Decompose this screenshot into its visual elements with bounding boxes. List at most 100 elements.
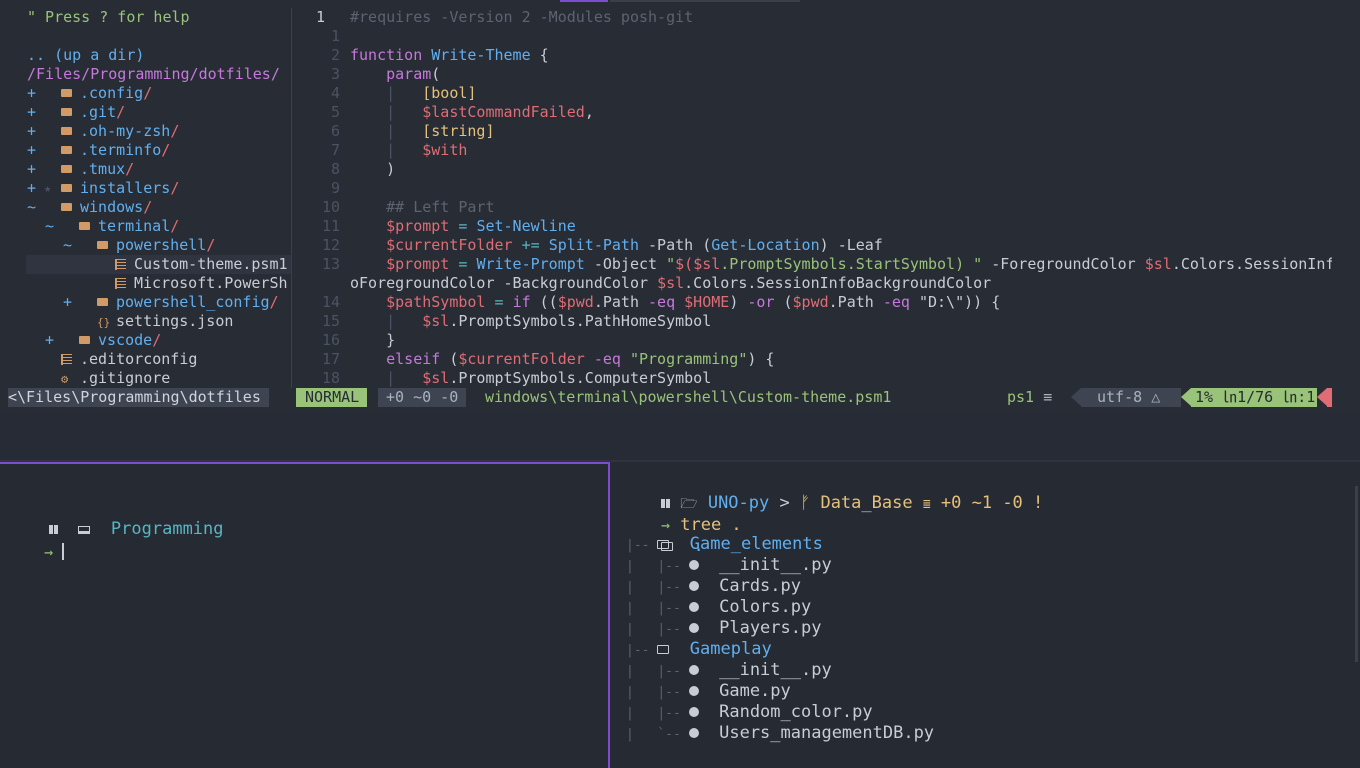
folder-icon	[657, 540, 670, 549]
tree-guide: |	[626, 601, 658, 616]
code-line: $currentFolder += Split-Path -Path (Get-…	[386, 236, 883, 254]
nerdtree-item-label: windows/	[80, 198, 153, 216]
tree-branch: |--	[657, 664, 689, 679]
code-editor[interactable]: 1 #requires -Version 2 -Modules posh-git 1…	[292, 0, 1332, 388]
statusline-warning	[1327, 388, 1332, 407]
tree-item: | |-- Players.py	[626, 618, 821, 639]
input-line[interactable]: →	[8, 518, 65, 561]
tree-guide: |	[626, 706, 658, 721]
tree-item: | |-- Colors.py	[626, 597, 811, 618]
tree-item-name: Cards.py	[719, 576, 801, 596]
python-file-icon	[688, 623, 699, 633]
line-number: 2	[330, 46, 340, 64]
statusline-mode: NORMAL	[296, 388, 368, 407]
nerdtree-item-slash: /	[170, 179, 180, 197]
nerdtree-item-label: .terminfo/	[80, 141, 171, 159]
nerdtree-item-marker: +	[27, 103, 37, 121]
code-line: $prompt = Set-Newline	[386, 217, 576, 235]
code-line: )	[350, 160, 396, 178]
line-number: 18	[321, 369, 340, 387]
nerdtree-item-slash: /	[170, 122, 180, 140]
folder-icon	[61, 179, 79, 198]
tree-guide: |	[626, 559, 658, 574]
prompt-arrow: →	[44, 543, 54, 561]
file-icon	[115, 255, 135, 274]
prompt-folder: Programming	[110, 519, 224, 539]
code-line: $pathSymbol = if (($pwd.Path -eq $HOME) …	[386, 293, 1001, 311]
statusline-cwd: <\Files\Programming\dotfiles	[8, 388, 269, 407]
linux-icon: △	[1151, 388, 1161, 406]
terminal-pane-right[interactable]: 🗁 UNO-py > ᚠ Data_Base ≣ +0 ~1 -0 ! → tr…	[612, 462, 1360, 768]
tree-branch: |--	[626, 538, 658, 553]
statusline-filetype: ps1 ≡	[1007, 388, 1052, 407]
bookmark-star-icon: ★	[44, 181, 52, 195]
nerdtree-up-dir[interactable]: .. (up a dir)	[27, 46, 144, 65]
folder-icon	[61, 122, 79, 141]
nerdtree-panel[interactable]: " Press ? for help .. (up a dir) /Files/…	[0, 0, 291, 388]
code-line: | [string]	[386, 122, 495, 140]
nerdtree-item-label: terminal/	[98, 217, 180, 235]
tree-item-name: Players.py	[719, 618, 822, 638]
folder-icon	[657, 645, 670, 654]
python-file-icon	[688, 581, 699, 591]
scrollbar[interactable]	[1355, 486, 1358, 662]
nerdtree-item-label: vscode/	[98, 331, 162, 349]
file-icon	[115, 274, 135, 293]
tree-branch: `--	[657, 727, 689, 742]
tree-branch: |--	[657, 559, 689, 574]
folder-icon	[61, 103, 79, 122]
terminal-pane-left[interactable]: Programming →	[0, 462, 610, 768]
line-number: 12	[321, 236, 340, 254]
file-icon	[61, 350, 81, 369]
nerdtree-root-path[interactable]: /Files/Programming/dotfiles/	[27, 65, 280, 84]
folder-icon	[97, 236, 115, 255]
python-file-icon	[688, 686, 699, 696]
tree-item: | |-- __init__.py	[626, 660, 832, 681]
tree-item: |-- Game_elements	[626, 534, 823, 555]
tree-branch: |--	[657, 580, 689, 595]
line-number: 14	[321, 293, 340, 311]
nerdtree-item-marker: +	[27, 179, 37, 197]
code-line: ## Left Part	[350, 198, 495, 216]
nerdtree-item-marker: +	[27, 160, 37, 178]
tree-branch: |--	[626, 643, 658, 658]
tree-root: .	[620, 513, 704, 556]
tree-item-name: Colors.py	[719, 597, 812, 617]
line-number: 15	[321, 312, 340, 330]
nerdtree-item-label: .editorconfig	[80, 350, 198, 368]
code-line: | [bool]	[386, 84, 477, 102]
python-file-icon	[688, 560, 699, 570]
nerdtree-item-slash: /	[116, 103, 126, 121]
code-line: #requires -Version 2 -Modules posh-git	[350, 8, 694, 26]
tree-item: | `-- Users_managementDB.py	[626, 723, 934, 744]
nerdtree-item-label: .oh-my-zsh/	[80, 122, 180, 140]
nerdtree-item-label: .gitignore	[80, 369, 171, 387]
tree-branch: |--	[657, 685, 689, 700]
nerdtree-item-slash: /	[170, 217, 180, 235]
prompt-line: Programming	[8, 496, 224, 539]
json-file-icon: {}	[97, 316, 111, 329]
code-line: function Write-Theme {	[350, 46, 549, 64]
command-line: → tree .	[620, 492, 742, 535]
line-number: 7	[330, 141, 340, 159]
nerdtree-item-label: powershell/	[116, 236, 216, 254]
tree-item: | |-- Game.py	[626, 681, 791, 702]
code-line: | $with	[386, 141, 468, 159]
line-number: 13	[321, 255, 340, 273]
statusline: <\Files\Programming\dotfiles NORMAL +0 ~…	[0, 388, 1360, 407]
git-branch-icon: ᚠ	[800, 493, 811, 513]
python-file-icon	[688, 665, 699, 675]
statusline-separator	[1071, 388, 1081, 406]
menu-lines-icon: ≡	[1043, 388, 1053, 406]
python-file-icon	[688, 728, 699, 738]
line-number: 5	[330, 103, 340, 121]
nerdtree-item-label: installers/	[80, 179, 180, 197]
statusline-separator	[260, 388, 270, 406]
tree-branch: |--	[657, 601, 689, 616]
folder-icon	[61, 84, 79, 103]
line-number: 1	[330, 27, 340, 45]
tree-item-name: __init__.py	[719, 660, 832, 680]
nerdtree-item-marker: +	[63, 293, 73, 311]
laptop-icon	[78, 526, 91, 534]
code-line: param(	[386, 65, 441, 83]
